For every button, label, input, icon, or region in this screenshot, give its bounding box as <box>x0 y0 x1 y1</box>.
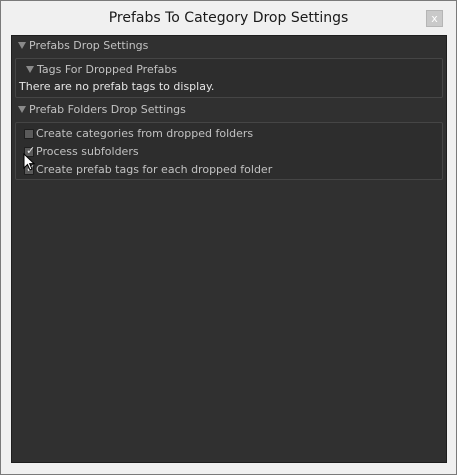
mouse-pointer-icon <box>23 153 35 171</box>
window-title: Prefabs To Category Drop Settings <box>108 10 349 26</box>
prefabs-drop-settings-foldout[interactable]: Prefabs Drop Settings <box>18 39 148 52</box>
foldout-triangle-icon <box>26 66 34 73</box>
prefabs-drop-settings-box: Tags For Dropped Prefabs There are no pr… <box>15 58 443 98</box>
no-prefab-tags-message: There are no prefab tags to display. <box>19 80 215 93</box>
create-prefab-tags-label: Create prefab tags for each dropped fold… <box>36 163 273 176</box>
prefab-folders-drop-settings-foldout[interactable]: Prefab Folders Drop Settings <box>18 103 186 116</box>
process-subfolders-label: Process subfolders <box>36 145 139 158</box>
close-button[interactable]: x <box>426 10 443 27</box>
tags-for-dropped-prefabs-foldout[interactable]: Tags For Dropped Prefabs <box>26 63 177 76</box>
tags-for-dropped-prefabs-label: Tags For Dropped Prefabs <box>37 63 178 76</box>
settings-window: Prefabs To Category Drop Settings x Pref… <box>0 0 457 475</box>
prefab-folders-drop-settings-label: Prefab Folders Drop Settings <box>29 103 186 116</box>
content-panel: Prefabs Drop Settings Tags For Dropped P… <box>11 35 447 463</box>
create-categories-label: Create categories from dropped folders <box>36 127 254 140</box>
prefabs-drop-settings-label: Prefabs Drop Settings <box>29 39 149 52</box>
title-bar[interactable]: Prefabs To Category Drop Settings x <box>1 1 456 35</box>
prefab-folders-drop-settings-box: Create categories from dropped folders ✓… <box>15 122 443 180</box>
foldout-triangle-icon <box>18 42 26 49</box>
foldout-triangle-icon <box>18 106 26 113</box>
create-categories-checkbox[interactable] <box>24 129 34 139</box>
